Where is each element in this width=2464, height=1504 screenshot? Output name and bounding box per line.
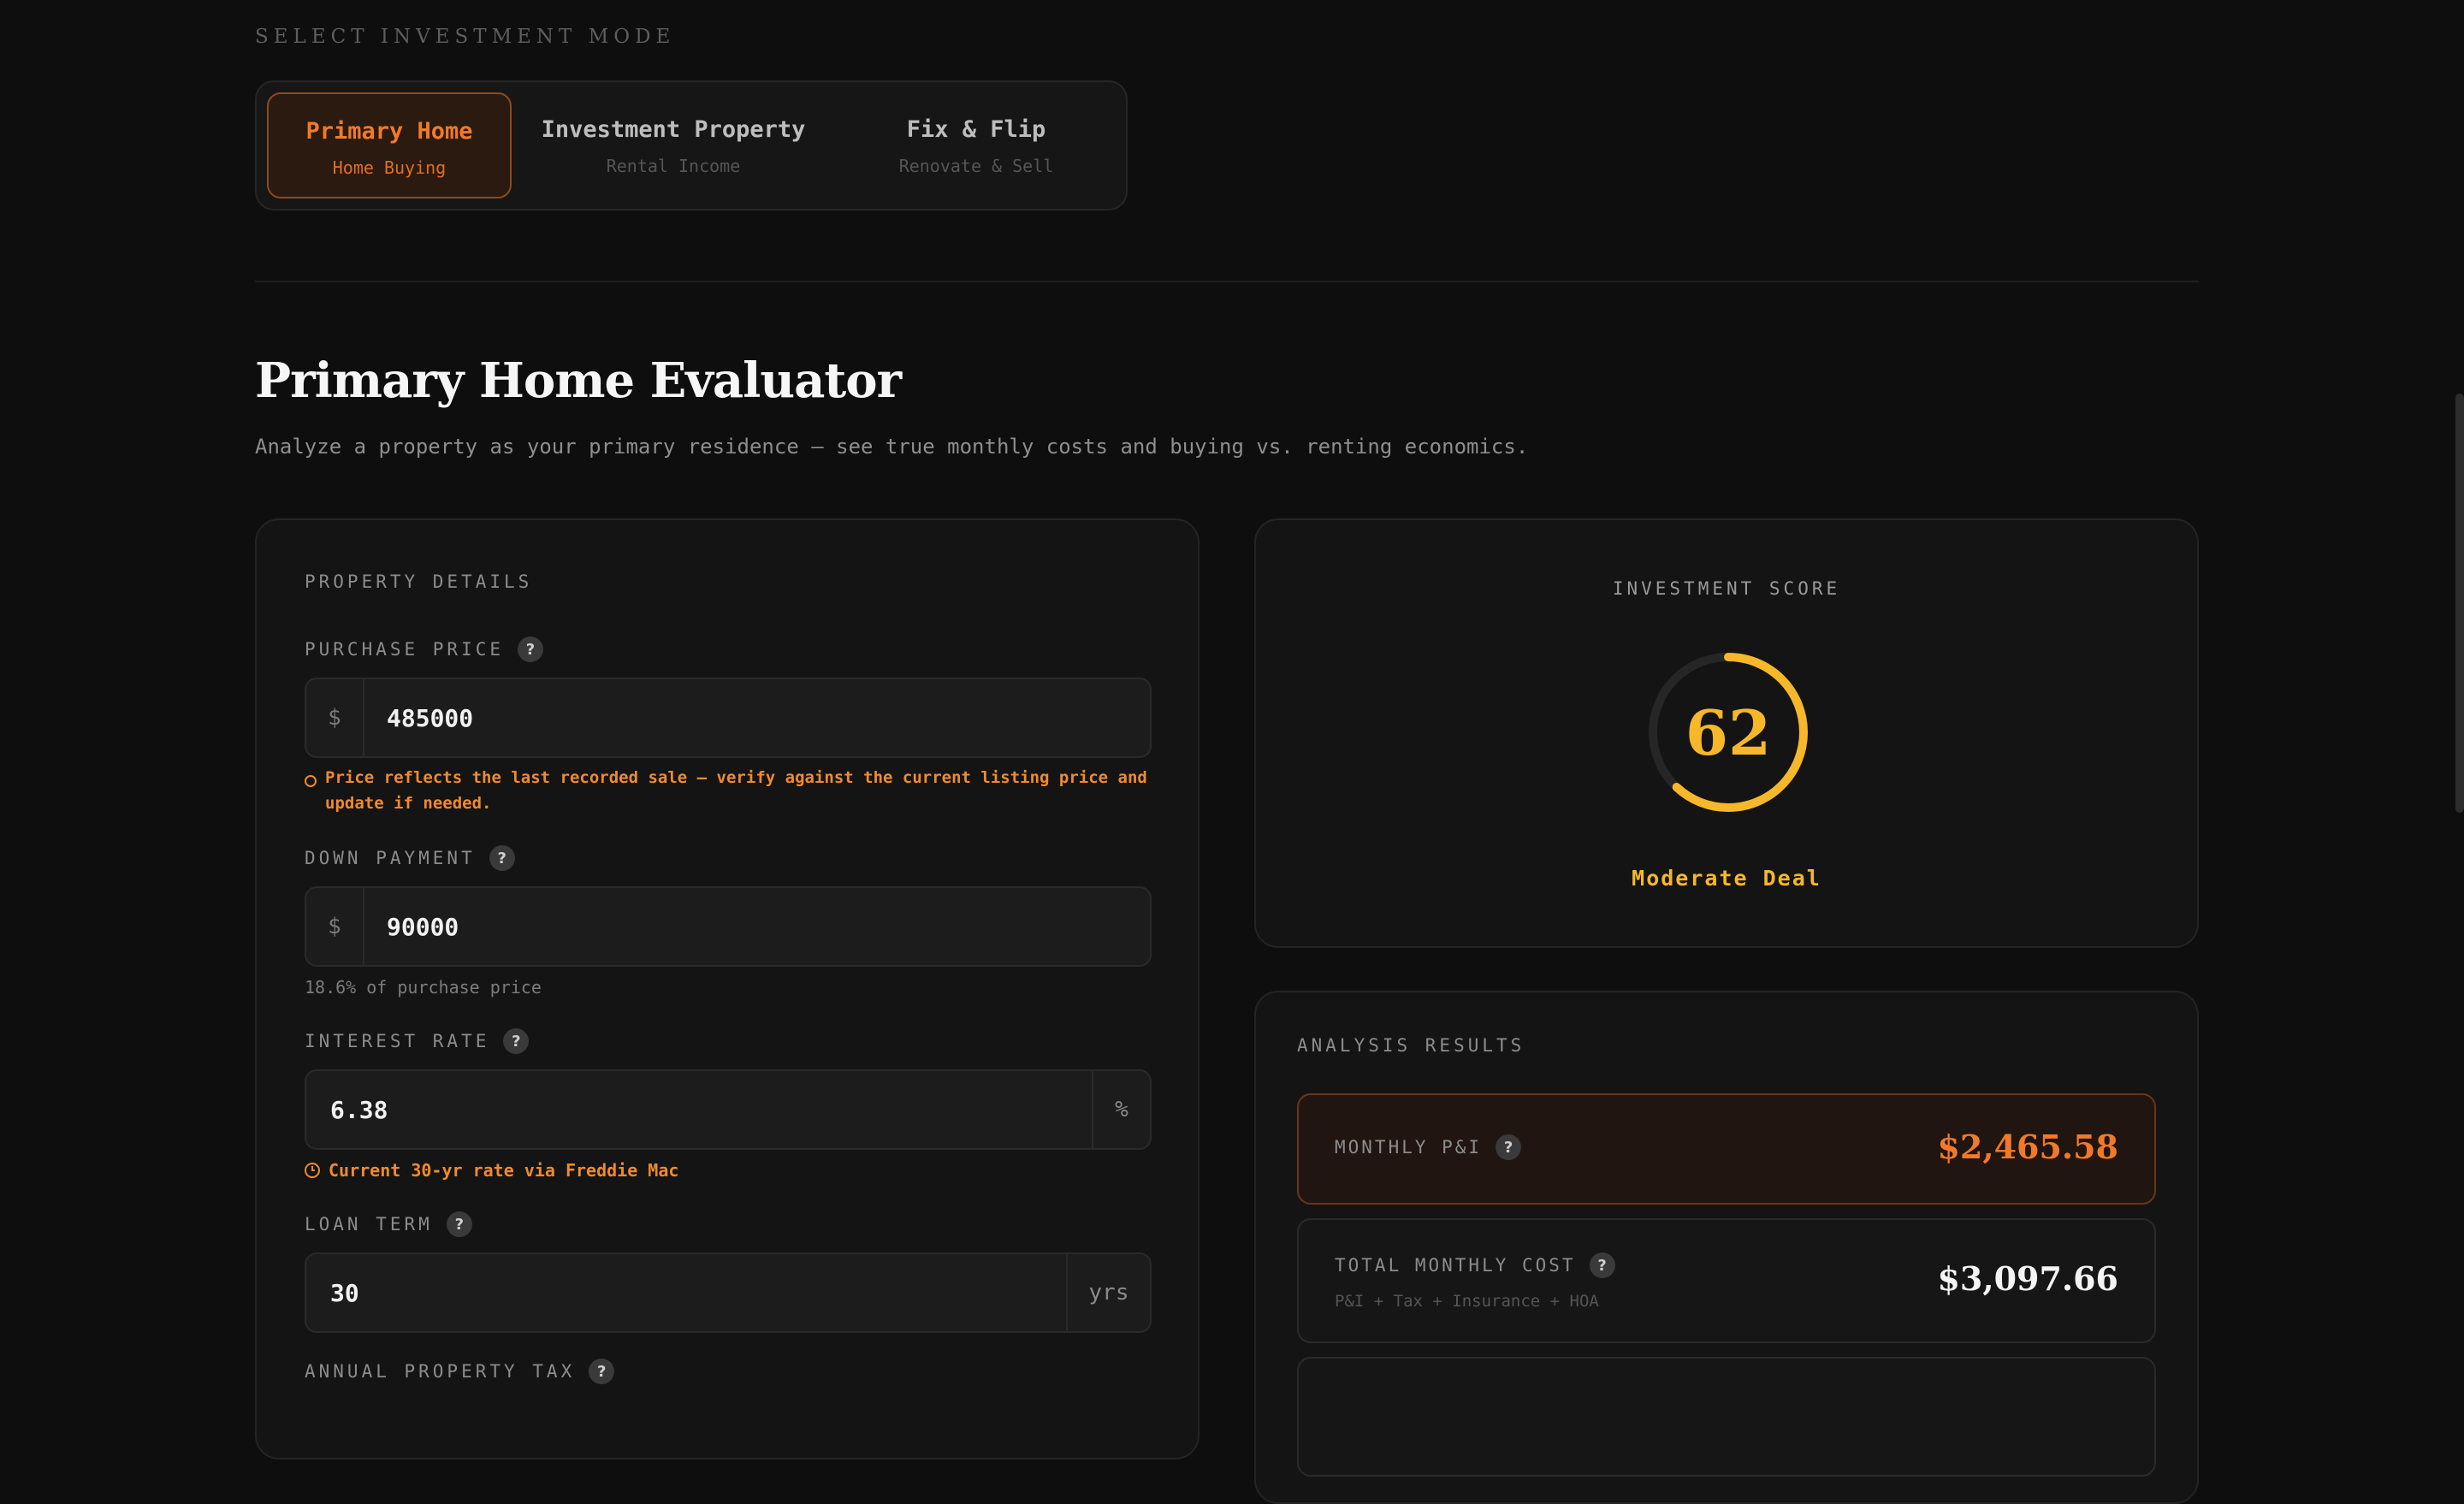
interest-rate-label-text: INTEREST RATE xyxy=(305,1031,490,1051)
score-value: 62 xyxy=(1685,696,1772,769)
mode-selector: Primary Home Home Buying Investment Prop… xyxy=(255,80,1128,210)
loan-term-value[interactable]: 30 xyxy=(330,1254,359,1331)
mode-option-title: Primary Home xyxy=(305,118,473,145)
mode-option-subtitle: Renovate & Sell xyxy=(898,156,1054,176)
purchase-price-warning-text: Price reflects the last recorded sale — … xyxy=(325,768,1147,813)
section-divider xyxy=(255,281,2199,282)
mode-option-subtitle: Home Buying xyxy=(332,157,447,178)
analysis-results-heading: ANALYSIS RESULTS xyxy=(1297,1035,1525,1056)
result-row-monthly-pi: MONTHLY P&I ? $2,465.58 xyxy=(1297,1093,2156,1205)
down-payment-input[interactable]: $ 90000 xyxy=(305,886,1152,967)
total-monthly-cost-label-text: TOTAL MONTHLY COST xyxy=(1335,1255,1576,1276)
result-row-next xyxy=(1297,1357,2156,1477)
help-icon[interactable]: ? xyxy=(489,845,515,871)
help-icon[interactable]: ? xyxy=(1589,1252,1615,1278)
total-monthly-cost-label: TOTAL MONTHLY COST ? xyxy=(1335,1252,1615,1278)
help-icon[interactable]: ? xyxy=(1496,1134,1522,1160)
total-monthly-cost-breakdown: P&I + Tax + Insurance + HOA xyxy=(1335,1292,1599,1311)
result-row-total-monthly-cost: TOTAL MONTHLY COST ? P&I + Tax + Insuran… xyxy=(1297,1218,2156,1343)
mode-option-title: Fix & Flip xyxy=(906,116,1046,143)
interest-rate-note-text: Current 30-yr rate via Freddie Mac xyxy=(329,1160,679,1181)
percent-suffix: % xyxy=(1092,1071,1150,1148)
property-details-card: PROPERTY DETAILS PURCHASE PRICE ? $ 4850… xyxy=(255,518,1199,1460)
down-payment-value[interactable]: 90000 xyxy=(387,888,459,965)
loan-term-label-text: LOAN TERM xyxy=(305,1214,433,1235)
mode-option-investment-property[interactable]: Investment Property Rental Income xyxy=(524,92,823,198)
purchase-price-label-text: PURCHASE PRICE xyxy=(305,639,505,660)
clock-icon xyxy=(305,1163,320,1178)
monthly-pi-label-text: MONTHLY P&I xyxy=(1335,1137,1483,1158)
help-icon[interactable]: ? xyxy=(589,1359,615,1384)
interest-rate-note: Current 30-yr rate via Freddie Mac xyxy=(305,1160,678,1181)
mode-option-fix-and-flip[interactable]: Fix & Flip Renovate & Sell xyxy=(835,92,1117,198)
page-title: Primary Home Evaluator xyxy=(255,352,902,409)
mode-selector-label: SELECT INVESTMENT MODE xyxy=(255,26,676,48)
help-icon[interactable]: ? xyxy=(503,1028,530,1054)
down-payment-label-text: DOWN PAYMENT xyxy=(305,848,476,868)
investment-score-card: INVESTMENT SCORE 62 Moderate Deal xyxy=(1254,518,2199,948)
interest-rate-label: INTEREST RATE ? xyxy=(305,1028,530,1054)
monthly-pi-value: $2,465.58 xyxy=(1937,1128,2118,1166)
investment-score-label: INVESTMENT SCORE xyxy=(1612,578,1841,599)
warning-circle-icon xyxy=(305,775,317,787)
down-payment-label: DOWN PAYMENT ? xyxy=(305,845,515,871)
mode-option-title: Investment Property xyxy=(541,116,806,143)
purchase-price-value[interactable]: 485000 xyxy=(387,679,473,756)
purchase-price-input[interactable]: $ 485000 xyxy=(305,678,1152,758)
purchase-price-label: PURCHASE PRICE ? xyxy=(305,637,544,662)
page-scrollbar[interactable] xyxy=(2455,394,2464,813)
property-details-heading: PROPERTY DETAILS xyxy=(305,571,533,592)
loan-term-label: LOAN TERM ? xyxy=(305,1211,472,1237)
mode-option-subtitle: Rental Income xyxy=(606,156,741,176)
page-subtitle: Analyze a property as your primary resid… xyxy=(255,435,1529,459)
score-verdict: Moderate Deal xyxy=(1632,866,1821,891)
years-suffix: yrs xyxy=(1066,1254,1150,1331)
down-payment-hint: 18.6% of purchase price xyxy=(305,977,542,998)
annual-property-tax-label: ANNUAL PROPERTY TAX ? xyxy=(305,1359,615,1384)
loan-term-input[interactable]: 30 yrs xyxy=(305,1252,1152,1333)
mode-option-primary-home[interactable]: Primary Home Home Buying xyxy=(267,92,512,198)
interest-rate-input[interactable]: 6.38 % xyxy=(305,1069,1152,1150)
annual-property-tax-label-text: ANNUAL PROPERTY TAX xyxy=(305,1361,576,1382)
dollar-prefix: $ xyxy=(306,888,364,965)
analysis-results-card: ANALYSIS RESULTS MONTHLY P&I ? $2,465.58… xyxy=(1254,991,2199,1504)
purchase-price-warning: Price reflects the last recorded sale — … xyxy=(305,765,1160,816)
interest-rate-value[interactable]: 6.38 xyxy=(330,1071,388,1148)
help-icon[interactable]: ? xyxy=(446,1211,472,1237)
help-icon[interactable]: ? xyxy=(518,637,544,662)
dollar-prefix: $ xyxy=(306,679,364,756)
monthly-pi-label: MONTHLY P&I ? xyxy=(1335,1134,1522,1160)
total-monthly-cost-value: $3,097.66 xyxy=(1937,1259,2118,1298)
